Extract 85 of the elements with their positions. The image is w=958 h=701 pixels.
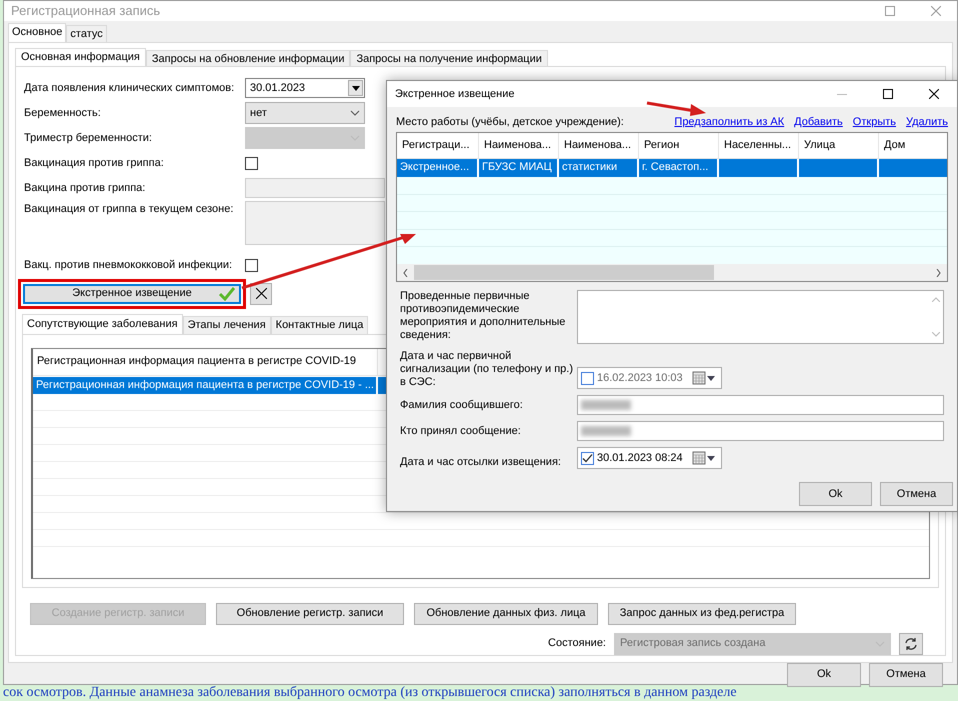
datetime-value: 16.02.2023 10:03	[597, 370, 683, 386]
checkmark-icon	[219, 286, 235, 300]
checkbox[interactable]	[581, 372, 594, 384]
field-label: Триместр беременности:	[23, 130, 153, 146]
scroll-up-icon[interactable]	[932, 297, 940, 302]
table-row[interactable]: Экстренное... ГБУЗС МИАЦ статистики г. Севастоп...	[397, 159, 947, 177]
datetime-field[interactable]: 30.01.2023 08:24	[577, 447, 722, 469]
calendar-dropdown-icon[interactable]	[692, 371, 718, 385]
tab[interactable]: Основное	[8, 22, 66, 42]
tab[interactable]: Запросы на обновление информации	[146, 50, 350, 66]
field-label: Проведенные первичные противоэпидемические мероприятия и дополнительные сведения:	[400, 290, 566, 342]
scroll-right-icon[interactable]	[936, 268, 941, 276]
arrow-annotation	[645, 100, 707, 116]
list-cell: Регистрационная информация пациента в регистре COVID-19 - ...	[33, 376, 378, 394]
field-label: Вакцина против гриппа:	[23, 180, 146, 196]
field-label: Вакцинация от гриппа в текущем сезоне:	[23, 202, 234, 216]
maximize-icon[interactable]	[883, 89, 893, 99]
column-header[interactable]: Наименова...	[479, 133, 559, 158]
text-field[interactable]	[577, 395, 944, 415]
action-button[interactable]: Запрос данных из фед.регистра	[608, 602, 796, 624]
column-header[interactable]: Улица	[799, 133, 879, 158]
field-label: Вакцинация против гриппа:	[23, 156, 165, 171]
column-header[interactable]: Дом	[879, 133, 947, 158]
column-header[interactable]: Регистрационная информация пациента в регистре COVID-19	[33, 348, 378, 374]
dropdown-arrow-icon	[352, 86, 360, 90]
text-area[interactable]	[577, 290, 944, 344]
link[interactable]: Открыть	[852, 114, 896, 130]
status-label: Состояние:	[548, 636, 606, 652]
dialog-button[interactable]: Отмена	[880, 482, 953, 506]
action-button[interactable]: Обновление данных физ. лица	[414, 602, 598, 624]
horizontal-scrollbar[interactable]	[397, 264, 947, 281]
datetime-field[interactable]: 16.02.2023 10:03	[577, 367, 722, 389]
field-label: Кто принял сообщение:	[400, 424, 522, 438]
tab[interactable]: статус	[66, 24, 107, 42]
blurred-text	[581, 400, 631, 410]
table-cell: г. Севастоп...	[639, 159, 719, 177]
field-label: Дата появления клинических симптомов:	[23, 80, 236, 96]
table-cell: статистики	[559, 159, 639, 177]
close-icon[interactable]	[929, 89, 939, 99]
text-field[interactable]	[245, 178, 385, 198]
workplace-label: Место работы (учёбы, детское учреждение):	[396, 114, 624, 130]
date-field[interactable]: 30.01.2023	[245, 78, 365, 98]
refresh-icon	[904, 636, 918, 650]
blurred-text	[581, 426, 631, 436]
tab[interactable]: Контактные лица	[270, 316, 368, 334]
field-label: Дата и час первичной сигнализации (по телефону и пр.) в СЭС:	[400, 350, 574, 389]
select-field[interactable]: нет	[245, 102, 365, 124]
field-label: Дата и час отсылки извещения:	[400, 456, 562, 469]
refresh-button[interactable]	[899, 632, 923, 654]
scrollbar-thumb[interactable]	[414, 265, 714, 280]
footer-button[interactable]: Ok	[787, 662, 861, 686]
footer-button[interactable]: Отмена	[869, 662, 943, 686]
field-label: Фамилия сообщившего:	[400, 398, 524, 412]
link[interactable]: Добавить	[794, 114, 843, 130]
scroll-left-icon[interactable]	[403, 268, 408, 276]
column-header[interactable]: Наименова...	[559, 133, 639, 158]
action-button[interactable]: Обновление регистр. записи	[216, 602, 404, 624]
tab[interactable]: Запросы на получение информации	[350, 50, 548, 66]
background-document-text: сок осмотров. Данные анамнеза заболевания выбранного осмотра (из открывшегося списка) заполняться в данном разделе	[2, 685, 738, 701]
tab[interactable]: Основная информация	[15, 48, 146, 66]
window-title: Регистрационная запись	[11, 2, 160, 20]
field-label: Беременность:	[23, 106, 102, 121]
link[interactable]: Удалить	[906, 114, 948, 130]
tab[interactable]: Сопутствующие заболевания	[22, 314, 183, 334]
column-header[interactable]: Населенны...	[719, 133, 799, 158]
emergency-notice-button[interactable]: Экстренное извещение	[23, 284, 241, 304]
table-cell: Экстренное...	[397, 159, 479, 177]
link[interactable]: Предзаполнить из АК	[674, 114, 784, 130]
chevron-down-icon	[350, 110, 360, 116]
checkbox[interactable]	[581, 452, 594, 464]
close-icon	[256, 288, 266, 299]
tab[interactable]: Этапы лечения	[182, 316, 271, 334]
checkbox[interactable]	[245, 156, 258, 170]
checkbox[interactable]	[245, 258, 258, 272]
calendar-dropdown-icon[interactable]	[692, 451, 718, 465]
dialog-button[interactable]: Ok	[799, 482, 872, 506]
scroll-down-icon[interactable]	[932, 332, 940, 337]
dialog-title: Экстренное извещение	[395, 86, 514, 102]
table-cell: ГБУЗС МИАЦ	[479, 159, 559, 177]
clear-button[interactable]	[250, 282, 272, 304]
text-field[interactable]	[577, 421, 944, 441]
column-header[interactable]: Регион	[639, 133, 719, 158]
column-header[interactable]: Регистраци...	[397, 133, 479, 158]
field-label: Вакц. против пневмококковой инфекции:	[23, 258, 234, 273]
datetime-value: 30.01.2023 08:24	[597, 450, 683, 466]
